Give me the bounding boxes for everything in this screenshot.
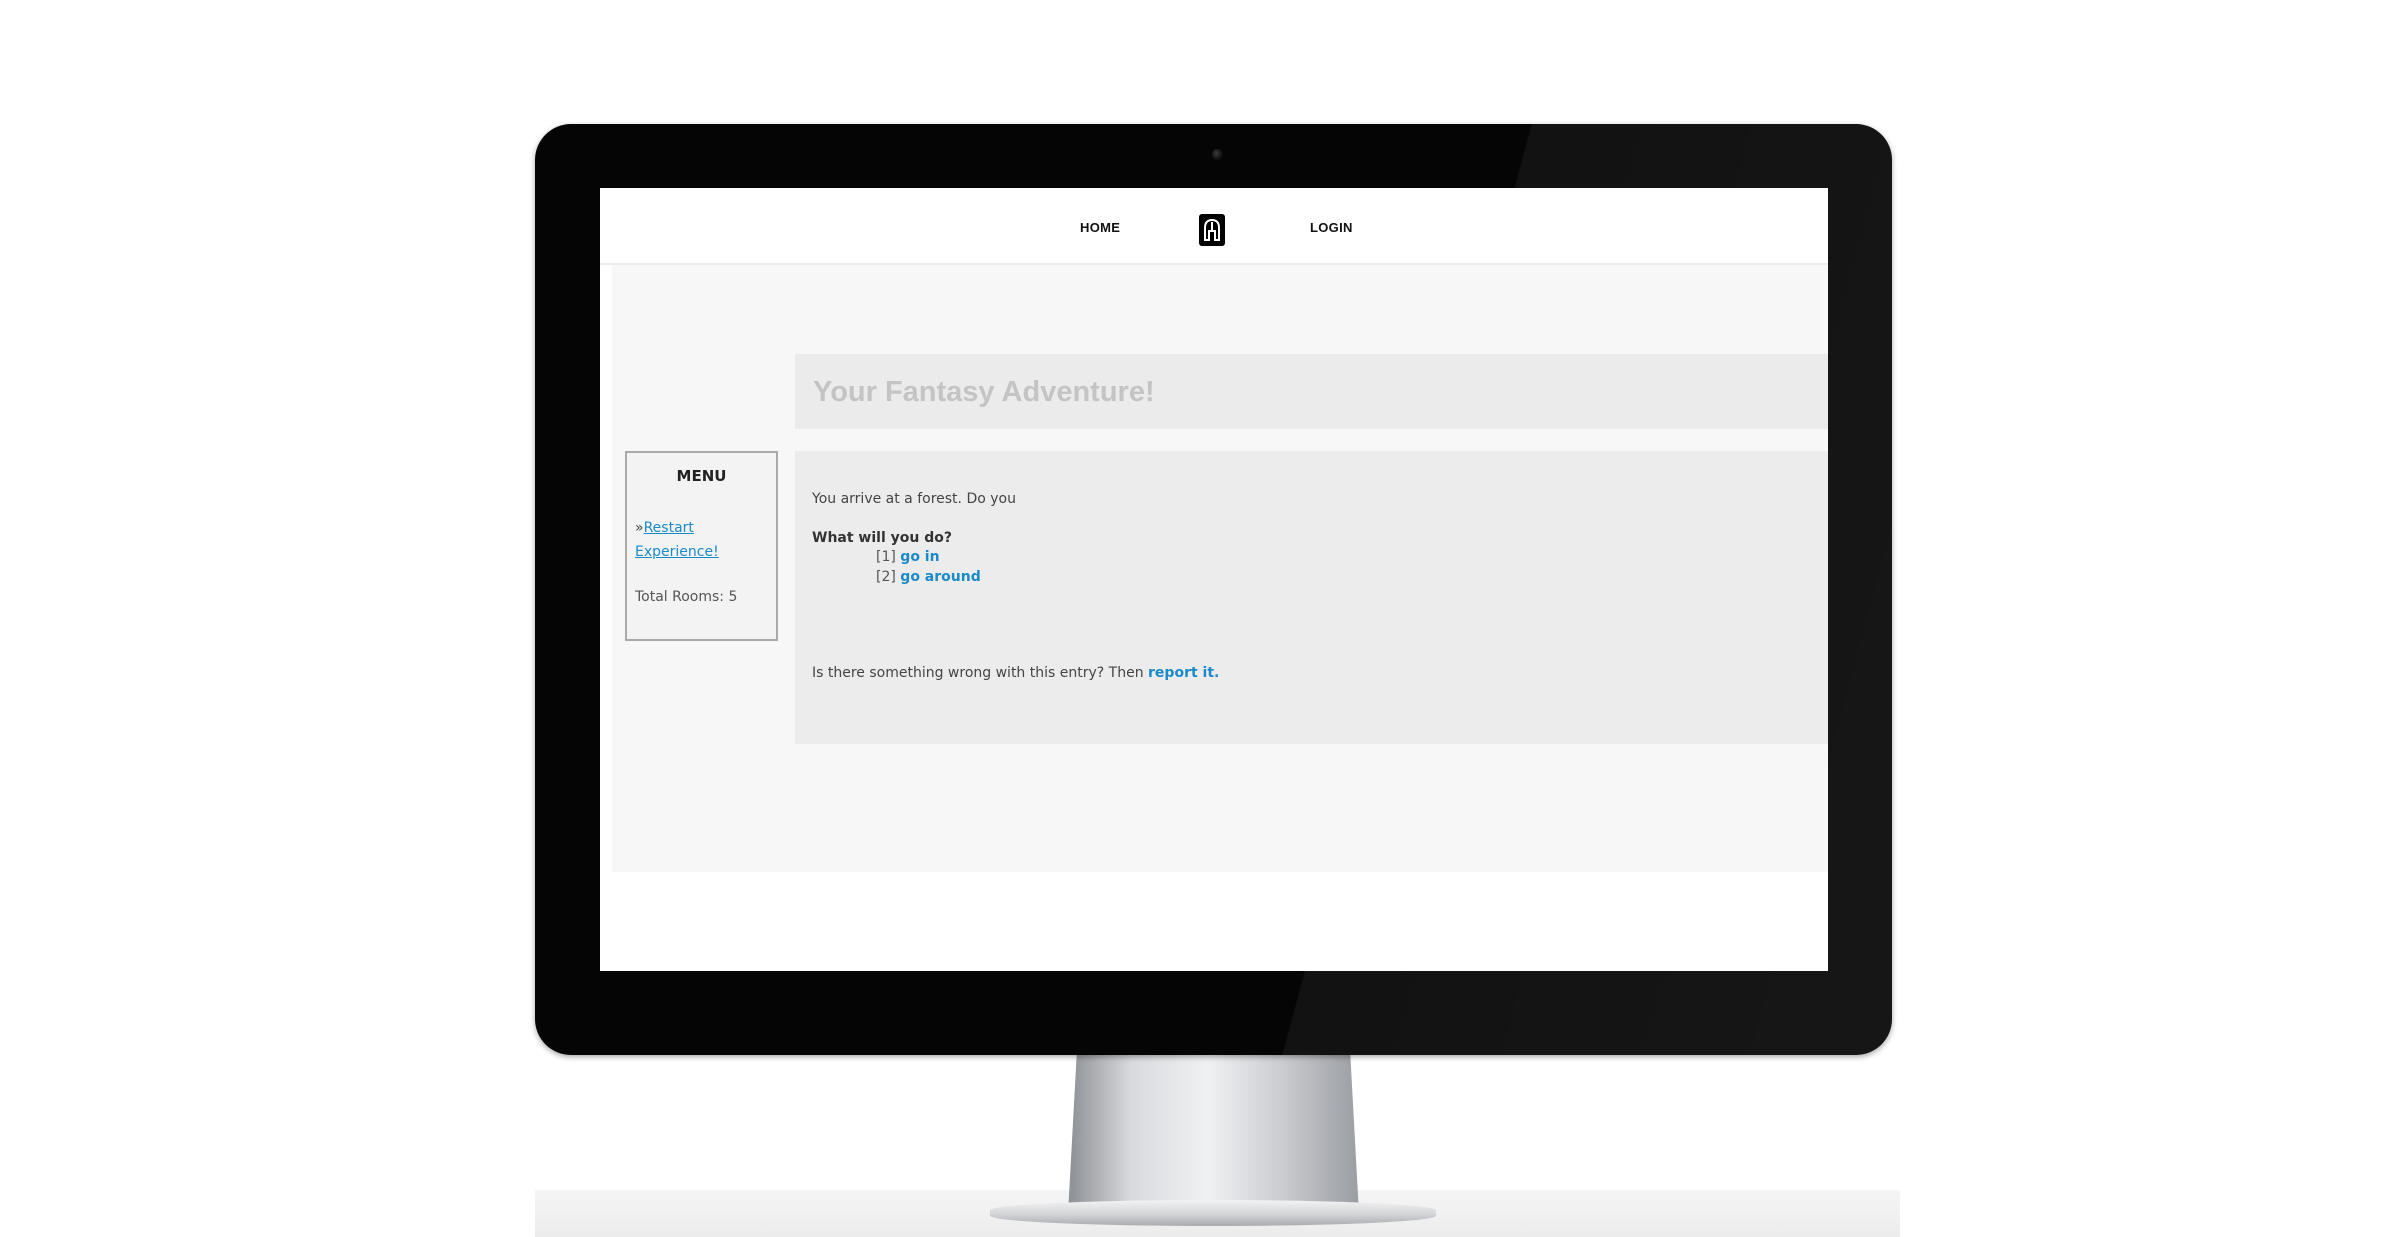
monitor-screen: HOME LOGIN Your Fantasy Adventure! MENU …: [600, 188, 1828, 971]
helmet-icon: [1204, 218, 1220, 241]
entry-question: What will you do?: [812, 530, 952, 546]
report-line: Is there something wrong with this entry…: [812, 665, 1219, 681]
total-rooms-count: Total Rooms: 5: [635, 589, 738, 605]
side-menu: MENU »Restart Experience! Total Rooms: 5: [625, 451, 778, 641]
choice-go-around-link[interactable]: go around: [900, 569, 980, 585]
choice-go-in-link[interactable]: go in: [900, 549, 939, 565]
menu-title: MENU: [676, 467, 727, 485]
monitor-mockup-scene: HOME LOGIN Your Fantasy Adventure! MENU …: [0, 0, 2394, 1237]
report-it-link[interactable]: report it.: [1148, 665, 1219, 681]
choice-item: [2] go around: [876, 569, 981, 585]
page-title-band: Your Fantasy Adventure!: [795, 354, 1828, 429]
helmet-logo-icon[interactable]: [1199, 214, 1225, 246]
monitor-stand-base: [990, 1200, 1436, 1226]
webcam-icon: [1212, 149, 1223, 160]
menu-restart-item: »Restart Experience!: [635, 516, 775, 564]
monitor-stand-neck: [1068, 1054, 1359, 1214]
story-entry-panel: You arrive at a forest. Do you What will…: [795, 451, 1828, 744]
entry-description: You arrive at a forest. Do you: [812, 491, 1016, 507]
choice-item: [1] go in: [876, 549, 940, 565]
choice-number: [2]: [876, 569, 896, 585]
menu-bullet: »: [635, 520, 644, 536]
page-title: Your Fantasy Adventure!: [813, 376, 1155, 408]
choice-number: [1]: [876, 549, 896, 565]
restart-experience-link[interactable]: Restart Experience!: [635, 520, 719, 560]
report-prefix: Is there something wrong with this entry…: [812, 665, 1144, 681]
nav-login-link[interactable]: LOGIN: [1310, 220, 1353, 235]
top-navigation: HOME LOGIN: [600, 188, 1828, 265]
nav-home-link[interactable]: HOME: [1080, 220, 1120, 235]
